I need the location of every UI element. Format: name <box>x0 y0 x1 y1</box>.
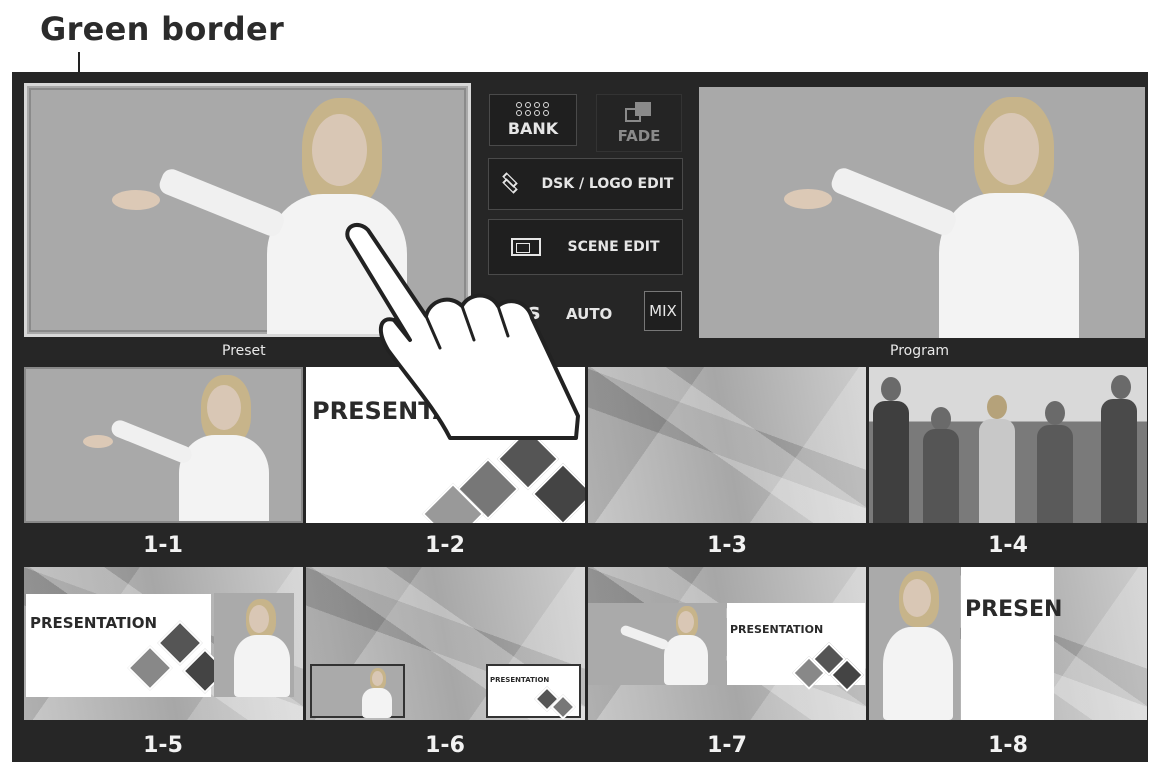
polygon-background <box>588 367 866 523</box>
thumbnail-1-3[interactable] <box>588 367 866 523</box>
thumbnail-label-1-5: 1-5 <box>143 733 183 758</box>
presentation-panel: PRESENTATION <box>727 603 865 692</box>
fade-icon <box>625 101 653 124</box>
audience-person <box>1037 425 1073 523</box>
thumbnail-1-6[interactable]: PRESENTATION <box>306 567 585 720</box>
thumbnail-label-1-7: 1-7 <box>707 733 747 758</box>
presenter-figure <box>869 567 960 720</box>
hand-pointer-icon <box>345 222 580 440</box>
preset-label: Preset <box>222 343 266 359</box>
thumbnail-1-7[interactable]: PRESENTATION <box>588 567 866 720</box>
mix-button[interactable]: MIX <box>644 291 682 331</box>
program-label: Program <box>890 343 950 359</box>
green-border-callout: Green border <box>40 10 285 48</box>
program-monitor <box>699 87 1145 338</box>
bank-button[interactable]: BANK <box>489 94 577 146</box>
audience-person <box>1045 401 1065 425</box>
audience-person <box>987 395 1007 419</box>
thumbnail-label-1-6: 1-6 <box>425 733 465 758</box>
presentation-text: PRESENTATION <box>30 614 158 632</box>
thumbnail-label-1-3: 1-3 <box>707 533 747 558</box>
thumbnail-label-1-4: 1-4 <box>988 533 1028 558</box>
dsk-label: DSK / LOGO EDIT <box>541 176 674 192</box>
fade-label: FADE <box>617 126 661 145</box>
presenter-figure <box>779 93 1109 338</box>
thumbnail-label-1-8: 1-8 <box>988 733 1028 758</box>
fade-button[interactable]: FADE <box>596 94 682 152</box>
thumbnail-1-1[interactable] <box>24 367 303 523</box>
presentation-panel: PRESEN <box>961 567 1062 720</box>
thumbnail-1-4[interactable] <box>869 367 1147 523</box>
thumbnail-label-1-1: 1-1 <box>143 533 183 558</box>
audience-person <box>1101 399 1137 523</box>
presenter-figure <box>588 603 726 685</box>
audience-person <box>881 377 901 401</box>
thumbnail-1-5[interactable]: PRESENTATION <box>24 567 303 720</box>
presentation-text: PRESENTATION <box>730 623 824 636</box>
audience-person <box>873 401 909 523</box>
presentation-text: PRESENTATION <box>490 676 550 684</box>
presentation-panel: PRESENTATION <box>486 664 581 720</box>
audience-person <box>931 407 951 431</box>
dsk-logo-edit-button[interactable]: DSK / LOGO EDIT <box>488 158 683 210</box>
presentation-text: PRESEN <box>965 597 1063 622</box>
audience-person <box>979 419 1015 523</box>
thumbnail-label-1-2: 1-2 <box>425 533 465 558</box>
audience-person <box>923 429 959 523</box>
audience-person <box>1111 375 1131 399</box>
bank-label: BANK <box>507 119 559 138</box>
thumbnail-1-8[interactable]: PRESEN <box>869 567 1147 720</box>
presenter-figure <box>81 373 291 521</box>
presenter-figure <box>310 664 405 718</box>
layers-icon <box>498 172 524 194</box>
presenter-figure <box>214 593 294 697</box>
bank-icon <box>516 102 550 116</box>
